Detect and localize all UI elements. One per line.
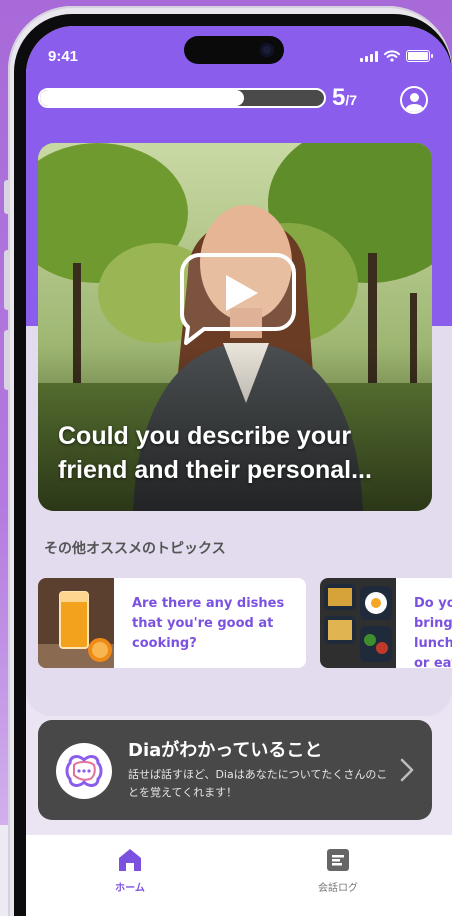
nav-home[interactable]: ホーム — [90, 847, 170, 894]
topic-card[interactable]: Are there any dishes that you're good at… — [38, 578, 306, 668]
camera-icon — [260, 43, 274, 57]
lesson-progress-bar — [38, 88, 326, 108]
nav-log[interactable]: 会話ログ — [298, 847, 378, 894]
dia-logo-icon — [56, 743, 112, 799]
orange-juice-photo — [38, 578, 114, 668]
nav-home-label: ホーム — [115, 883, 145, 894]
progress-fill — [40, 90, 245, 106]
dynamic-island — [184, 36, 284, 64]
progress-total: /7 — [345, 92, 358, 108]
log-icon — [327, 849, 349, 871]
phone-side-button — [4, 180, 10, 214]
bottom-nav: ホーム 会話ログ — [26, 834, 452, 916]
profile-icon — [410, 93, 419, 102]
nav-log-label: 会話ログ — [318, 883, 358, 894]
status-time: 9:41 — [48, 48, 79, 65]
dia-card-description: 話せば話すほど、Diaはあなたについてたくさんのことを覚えてくれます！ — [128, 768, 388, 799]
phone-side-button — [4, 330, 10, 390]
section-title: その他オススメのトピックス — [44, 541, 226, 557]
signal-icon — [360, 50, 378, 62]
lunchbox-photo — [320, 578, 396, 668]
wifi-icon — [384, 50, 400, 62]
chevron-right-icon — [400, 758, 414, 782]
home-icon — [119, 849, 141, 871]
dia-memory-card[interactable]: Diaがわかっていること 話せば話すほど、Diaはあなたについてたくさんのことを… — [38, 720, 432, 820]
app-screen: 9:41 5/7 Could you describe your friend … — [26, 26, 452, 916]
dia-card-title: Diaがわかっていること — [128, 740, 323, 761]
topic-card[interactable]: Do you bring lunch or eat out? — [320, 578, 452, 668]
topic-text: Are there any dishes that you're good at… — [132, 596, 285, 651]
topic-video-card[interactable]: Could you describe your friend and their… — [38, 143, 432, 511]
status-icons — [360, 50, 433, 62]
battery-icon — [406, 50, 433, 62]
hero-caption: Could you describe your friend and their… — [58, 422, 372, 484]
profile-button[interactable] — [400, 86, 428, 114]
orange-juice-image — [38, 578, 114, 668]
progress-current: 5 — [332, 84, 346, 111]
phone-side-button — [4, 250, 10, 310]
progress-count: 5/7 — [332, 84, 357, 112]
topic-text: Do you bring lunch or eat out? — [414, 596, 452, 668]
topics-carousel[interactable]: Are there any dishes that you're good at… — [38, 578, 452, 668]
lunchbox-image — [320, 578, 396, 668]
dia-logo-svg — [65, 755, 103, 787]
play-icon[interactable] — [178, 249, 298, 345]
